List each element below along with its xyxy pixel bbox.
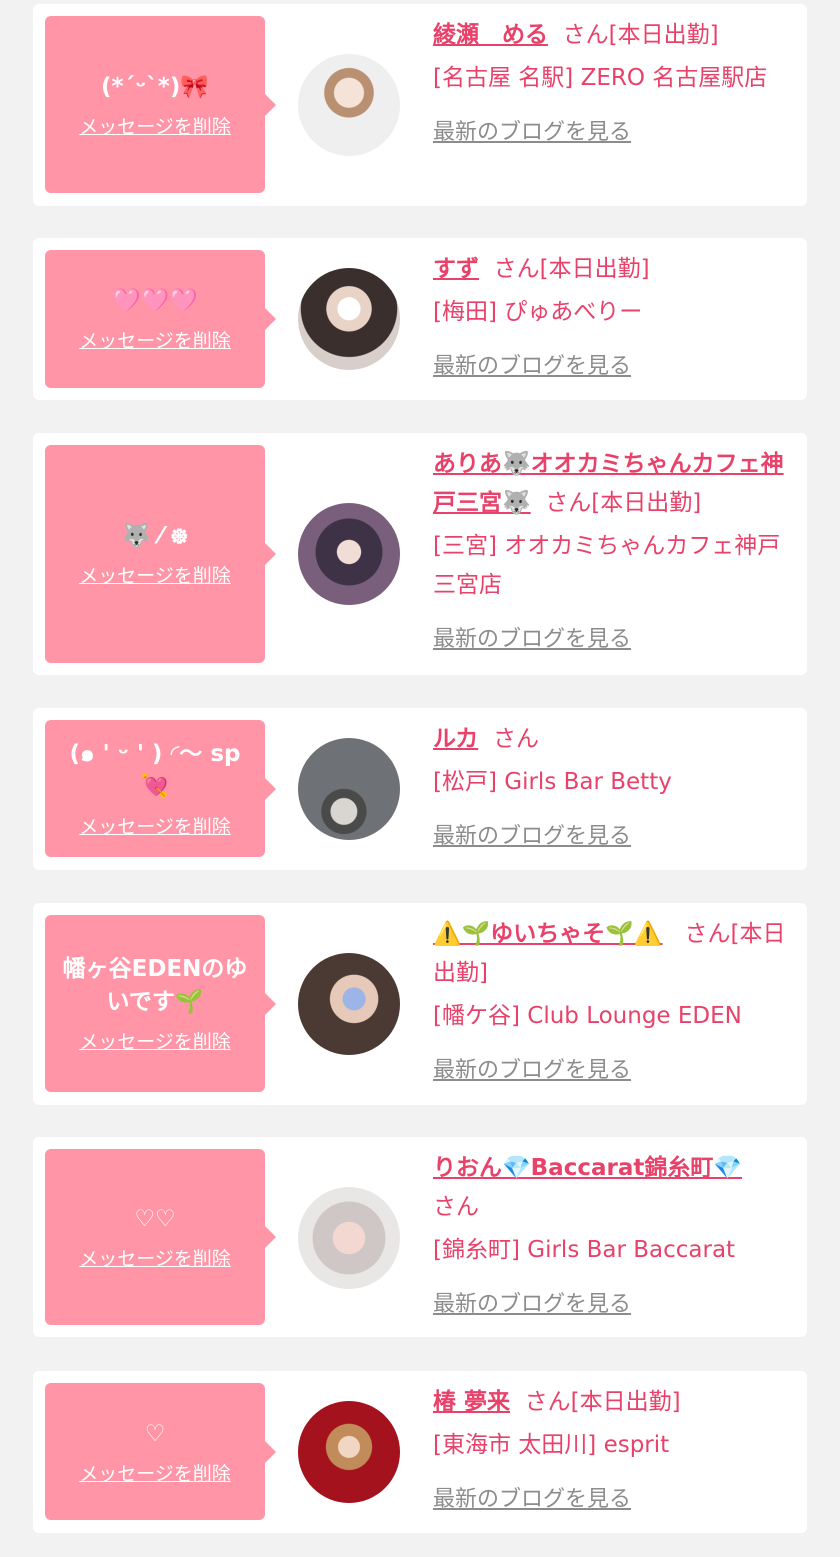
shop-name: [錦糸町] Girls Bar Baccarat — [433, 1237, 736, 1263]
message-bubble: 🩷🩷🩷 メッセージを削除 — [45, 250, 265, 388]
message-bubble: ♡♡ メッセージを削除 — [45, 1149, 265, 1325]
cast-info: ありあ🐺オオカミちゃんカフェ神戸三宮🐺 さん[本日出勤] [三宮] オオカミちゃ… — [433, 445, 795, 659]
message-card: 幡ヶ谷EDENのゆいです🌱 メッセージを削除 ⚠️🌱ゆいちゃそ🌱⚠️ さん[本日… — [33, 903, 807, 1105]
cast-info: 椿 夢来 さん[本日出勤] [東海市 太田川] esprit 最新のブログを見る — [433, 1383, 795, 1519]
message-text: 幡ヶ谷EDENのゆいです🌱 — [62, 956, 248, 1015]
delete-message-link[interactable]: メッセージを削除 — [79, 561, 231, 588]
shop-name: [松戸] Girls Bar Betty — [433, 769, 672, 795]
delete-message-link[interactable]: メッセージを削除 — [79, 1244, 231, 1271]
shop-name: [三宮] オオカミちゃんカフェ神戸三宮店 — [433, 533, 781, 598]
message-bubble: (๑ ' ᵕ ' ) ◜〜 sp 💘 メッセージを削除 — [45, 720, 265, 857]
avatar[interactable] — [298, 1401, 400, 1503]
avatar[interactable] — [298, 1187, 400, 1289]
message-text: ♡ — [144, 1420, 166, 1447]
message-text: (๑ ' ᵕ ' ) ◜〜 sp 💘 — [69, 741, 241, 800]
cast-status: さん[本日出勤] — [493, 256, 650, 282]
message-card: (๑ ' ᵕ ' ) ◜〜 sp 💘 メッセージを削除 ルカ さん [松戸] G… — [33, 708, 807, 870]
message-card: ♡ メッセージを削除 椿 夢来 さん[本日出勤] [東海市 太田川] espri… — [33, 1371, 807, 1533]
cast-name-link[interactable]: 椿 夢来 — [433, 1389, 510, 1415]
blog-link[interactable]: 最新のブログを見る — [433, 1051, 631, 1090]
delete-message-link[interactable]: メッセージを削除 — [79, 1459, 231, 1486]
shop-name: [東海市 太田川] esprit — [433, 1432, 670, 1458]
delete-message-link[interactable]: メッセージを削除 — [79, 812, 231, 839]
blog-link[interactable]: 最新のブログを見る — [433, 347, 631, 386]
message-card: (*´ᵕ`*)🎀 メッセージを削除 綾瀬 める さん[本日出勤] [名古屋 名駅… — [33, 4, 807, 206]
delete-message-link[interactable]: メッセージを削除 — [79, 112, 231, 139]
message-bubble: 幡ヶ谷EDENのゆいです🌱 メッセージを削除 — [45, 915, 265, 1092]
cast-status: さん[本日出勤] — [524, 1389, 681, 1415]
avatar[interactable] — [298, 503, 400, 605]
cast-info: すず さん[本日出勤] [梅田] ぴゅあべりー 最新のブログを見る — [433, 250, 795, 386]
cast-info: 綾瀬 める さん[本日出勤] [名古屋 名駅] ZERO 名古屋駅店 最新のブロ… — [433, 16, 795, 152]
message-text: ♡♡ — [134, 1206, 176, 1232]
message-text: 🐺 ⁄ ᪥ — [122, 523, 188, 549]
message-text: 🩷🩷🩷 — [112, 288, 198, 314]
cast-name-link[interactable]: ルカ — [433, 726, 478, 752]
message-bubble: 🐺 ⁄ ᪥ メッセージを削除 — [45, 445, 265, 663]
message-text: (*´ᵕ`*)🎀 — [101, 73, 209, 100]
message-card: 🐺 ⁄ ᪥ メッセージを削除 ありあ🐺オオカミちゃんカフェ神戸三宮🐺 さん[本日… — [33, 433, 807, 675]
cast-name-link[interactable]: 綾瀬 める — [433, 22, 548, 48]
cast-name-link[interactable]: りおん💎Baccarat錦糸町💎 — [433, 1155, 742, 1181]
message-card: 🩷🩷🩷 メッセージを削除 すず さん[本日出勤] [梅田] ぴゅあべりー 最新の… — [33, 238, 807, 400]
shop-name: [名古屋 名駅] ZERO 名古屋駅店 — [433, 65, 768, 91]
delete-message-link[interactable]: メッセージを削除 — [79, 1027, 231, 1054]
avatar[interactable] — [298, 738, 400, 840]
message-bubble: (*´ᵕ`*)🎀 メッセージを削除 — [45, 16, 265, 193]
cast-name-link[interactable]: すず — [433, 256, 479, 282]
cast-status: さん — [492, 726, 539, 752]
delete-message-link[interactable]: メッセージを削除 — [79, 326, 231, 353]
avatar[interactable] — [298, 268, 400, 370]
shop-name: [梅田] ぴゅあべりー — [433, 299, 643, 325]
blog-link[interactable]: 最新のブログを見る — [433, 620, 631, 659]
cast-status: さん[本日出勤] — [545, 490, 702, 516]
avatar[interactable] — [298, 953, 400, 1055]
blog-link[interactable]: 最新のブログを見る — [433, 113, 631, 152]
blog-link[interactable]: 最新のブログを見る — [433, 1480, 631, 1519]
message-bubble: ♡ メッセージを削除 — [45, 1383, 265, 1520]
cast-status: さん[本日出勤] — [562, 22, 719, 48]
cast-status: さん — [433, 1194, 479, 1220]
shop-name: [幡ケ谷] Club Lounge EDEN — [433, 1003, 742, 1029]
cast-info: ルカ さん [松戸] Girls Bar Betty 最新のブログを見る — [433, 720, 795, 856]
cast-info: ⚠️🌱ゆいちゃそ🌱⚠️ さん[本日出勤] [幡ケ谷] Club Lounge E… — [433, 915, 795, 1090]
message-card: ♡♡ メッセージを削除 りおん💎Baccarat錦糸町💎 さん [錦糸町] Gir… — [33, 1137, 807, 1337]
avatar[interactable] — [298, 54, 400, 156]
cast-info: りおん💎Baccarat錦糸町💎 さん [錦糸町] Girls Bar Bacca… — [433, 1149, 795, 1324]
blog-link[interactable]: 最新のブログを見る — [433, 817, 631, 856]
blog-link[interactable]: 最新のブログを見る — [433, 1285, 631, 1324]
cast-name-link[interactable]: ⚠️🌱ゆいちゃそ🌱⚠️ — [433, 921, 663, 947]
